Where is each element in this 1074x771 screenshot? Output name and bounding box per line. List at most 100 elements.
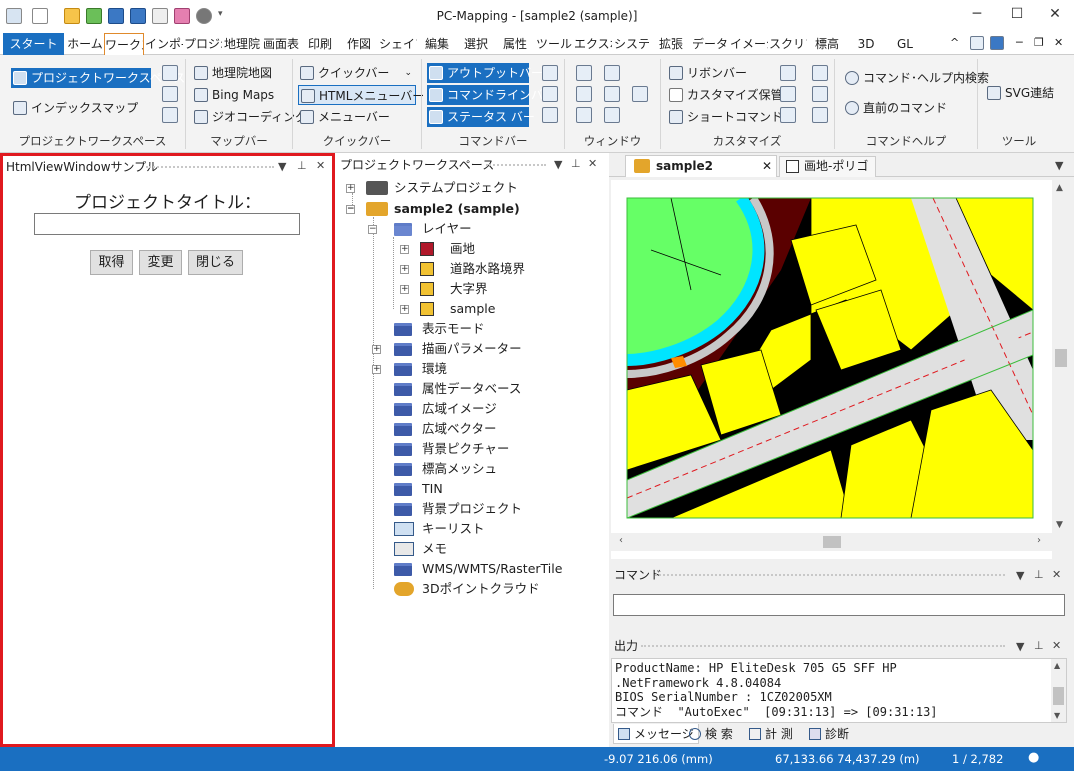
tab-elevation[interactable]: 標高 (808, 33, 846, 55)
tab-list-icon[interactable]: ▼ (1055, 159, 1063, 172)
tree-node-background-project[interactable]: 背景プロジェクト (394, 499, 522, 519)
tree-node-sample2[interactable]: − sample2 (sample) (346, 199, 520, 219)
tab-system[interactable]: システ (613, 33, 651, 55)
menubar-button[interactable]: メニューバー (298, 107, 416, 127)
tab-3d[interactable]: 3D (847, 33, 885, 55)
scroll-up-icon[interactable]: ▲ (1054, 661, 1060, 670)
tree-node-draw-params[interactable]: + 描画パラメーター (372, 339, 522, 359)
tab-tools[interactable]: ツール (535, 33, 573, 55)
ribbon-bar-button[interactable]: リボンバー (667, 63, 747, 83)
tree-node-layers[interactable]: − レイヤー (368, 219, 472, 239)
shortcut-button[interactable]: ショートコマンド (667, 107, 783, 127)
tab-gsi[interactable]: 地理院 (223, 33, 261, 55)
panel-list-icon[interactable] (542, 65, 558, 81)
pin-icon[interactable]: ⊥ (1034, 568, 1044, 581)
arrange-icons-icon[interactable] (632, 86, 648, 102)
tree-node-wms[interactable]: WMS/WMTS/RasterTile (394, 559, 562, 579)
tab-start[interactable]: スタート (3, 33, 64, 55)
tree-node-key-list[interactable]: キーリスト (394, 519, 485, 539)
tab-measure[interactable]: 計 測 (747, 724, 797, 744)
geocoding-button[interactable]: ジオコーディング (192, 107, 307, 127)
command-line-bar-button[interactable]: コマンドラインバー (427, 85, 555, 105)
cascade-window-icon[interactable] (576, 65, 592, 81)
tab-sample2[interactable]: sample2 (sample) ✕ (625, 155, 777, 193)
mdi-minimize-icon[interactable]: ─ (1016, 36, 1023, 49)
help-search-button[interactable]: コマンド･ヘルプ内検索 (843, 68, 989, 88)
tab-attribute[interactable]: 属性 (496, 33, 534, 55)
tree-node-background-picture[interactable]: 背景ピクチャー (394, 439, 509, 459)
output-scrollbar[interactable]: ▲ ▼ (1051, 659, 1066, 722)
tile-horizontal-icon[interactable] (576, 86, 592, 102)
scroll-thumb[interactable] (823, 536, 841, 548)
new-window-icon[interactable] (604, 65, 620, 81)
scroll-right-icon[interactable]: › (1037, 535, 1041, 546)
tab-script[interactable]: スクリプ (769, 33, 807, 55)
tile-vertical-icon[interactable] (604, 86, 620, 102)
tab-shape[interactable]: シェイプ (379, 33, 417, 55)
scroll-thumb[interactable] (1053, 687, 1064, 705)
layer-list-icon[interactable] (162, 65, 178, 81)
customize-f-icon[interactable] (812, 107, 828, 123)
svg-link-button[interactable]: SVG連結 (985, 83, 1054, 103)
html-menubar-button[interactable]: HTMLメニューバー (298, 85, 424, 105)
tab-message[interactable]: メッセージ (613, 724, 699, 744)
panel-menu-icon[interactable]: ▼ (1016, 569, 1024, 582)
tab-draw[interactable]: 作図 (340, 33, 378, 55)
collapse-ribbon-icon[interactable]: ^ (950, 36, 959, 49)
tree-node-display-mode[interactable]: 表示モード (394, 319, 485, 339)
lightbulb-icon[interactable]: ● (1028, 750, 1039, 765)
tree-node-wide-vector[interactable]: 広域ベクター (394, 419, 497, 439)
close-icon[interactable]: ✕ (588, 157, 597, 170)
tile-grid-icon[interactable] (576, 107, 592, 123)
close-icon[interactable]: ✕ (1052, 639, 1061, 652)
scroll-thumb[interactable] (1055, 349, 1067, 367)
index-map-button[interactable]: インデックスマップ (11, 98, 151, 118)
customize-c-icon[interactable] (780, 107, 796, 123)
minimize-icon[interactable]: ─ (962, 6, 992, 22)
zoom-target-icon[interactable] (162, 86, 178, 102)
panel-menu-icon[interactable]: ▼ (1016, 640, 1024, 653)
tab-select[interactable]: 選択 (457, 33, 495, 55)
tab-edit[interactable]: 編集 (418, 33, 456, 55)
tab-import[interactable]: インポ- (145, 33, 183, 55)
vertical-scrollbar[interactable]: ▲ ▼ (1052, 180, 1070, 559)
map-view[interactable] (611, 180, 1052, 559)
tree-node-layer-road[interactable]: + 道路水路境界 (400, 259, 525, 279)
horizontal-scrollbar[interactable]: ‹ › (611, 533, 1052, 551)
tab-data[interactable]: データ (691, 33, 729, 55)
customize-e-icon[interactable] (812, 86, 828, 102)
scroll-left-icon[interactable]: ‹ (619, 535, 623, 546)
gsi-map-button[interactable]: 地理院地図 (192, 63, 272, 83)
close-icon[interactable]: ✕ (1040, 6, 1070, 22)
tab-home[interactable]: ホーム (66, 33, 104, 55)
scroll-down-icon[interactable]: ▼ (1056, 520, 1063, 530)
pin-icon[interactable]: ⊥ (297, 159, 307, 172)
maximize-icon[interactable]: ☐ (1002, 6, 1032, 22)
project-title-input[interactable] (34, 213, 300, 235)
customize-b-icon[interactable] (780, 86, 796, 102)
panel-menu-icon[interactable]: ▼ (278, 160, 286, 173)
close-button[interactable]: 閉じる (188, 250, 243, 275)
tree-node-layer-sample[interactable]: + sample (400, 299, 495, 319)
tab-screen[interactable]: 画面表 (262, 33, 300, 55)
tab-search[interactable]: 検 索 (687, 724, 737, 744)
customize-a-icon[interactable] (780, 65, 796, 81)
save-customize-checkbox[interactable]: カスタマイズ保管 (667, 85, 783, 105)
tree-node-layer-parcel[interactable]: + 画地 (400, 239, 475, 259)
customize-d-icon[interactable] (812, 65, 828, 81)
recent-command-button[interactable]: 直前のコマンド (843, 98, 947, 118)
tab-image[interactable]: イメージ (730, 33, 768, 55)
close-icon[interactable]: ✕ (316, 159, 325, 172)
scroll-down-icon[interactable]: ▼ (1054, 711, 1060, 720)
split-window-icon[interactable] (604, 107, 620, 123)
scroll-up-icon[interactable]: ▲ (1056, 183, 1063, 193)
tab-gl[interactable]: GL (886, 33, 924, 55)
tree-node-elevation-mesh[interactable]: 標高メッシュ (394, 459, 497, 479)
tab-diagnosis[interactable]: 診断 (807, 724, 853, 744)
tree-node-pointcloud[interactable]: 3Dポイントクラウド (394, 579, 540, 599)
tree-node-system-project[interactable]: + システムプロジェクト (346, 178, 518, 198)
tab-export[interactable]: エクスポ (574, 33, 612, 55)
mdi-restore-icon[interactable]: ❐ (1034, 36, 1044, 49)
pin-icon[interactable]: ⊥ (571, 157, 581, 170)
change-button[interactable]: 変更 (139, 250, 182, 275)
